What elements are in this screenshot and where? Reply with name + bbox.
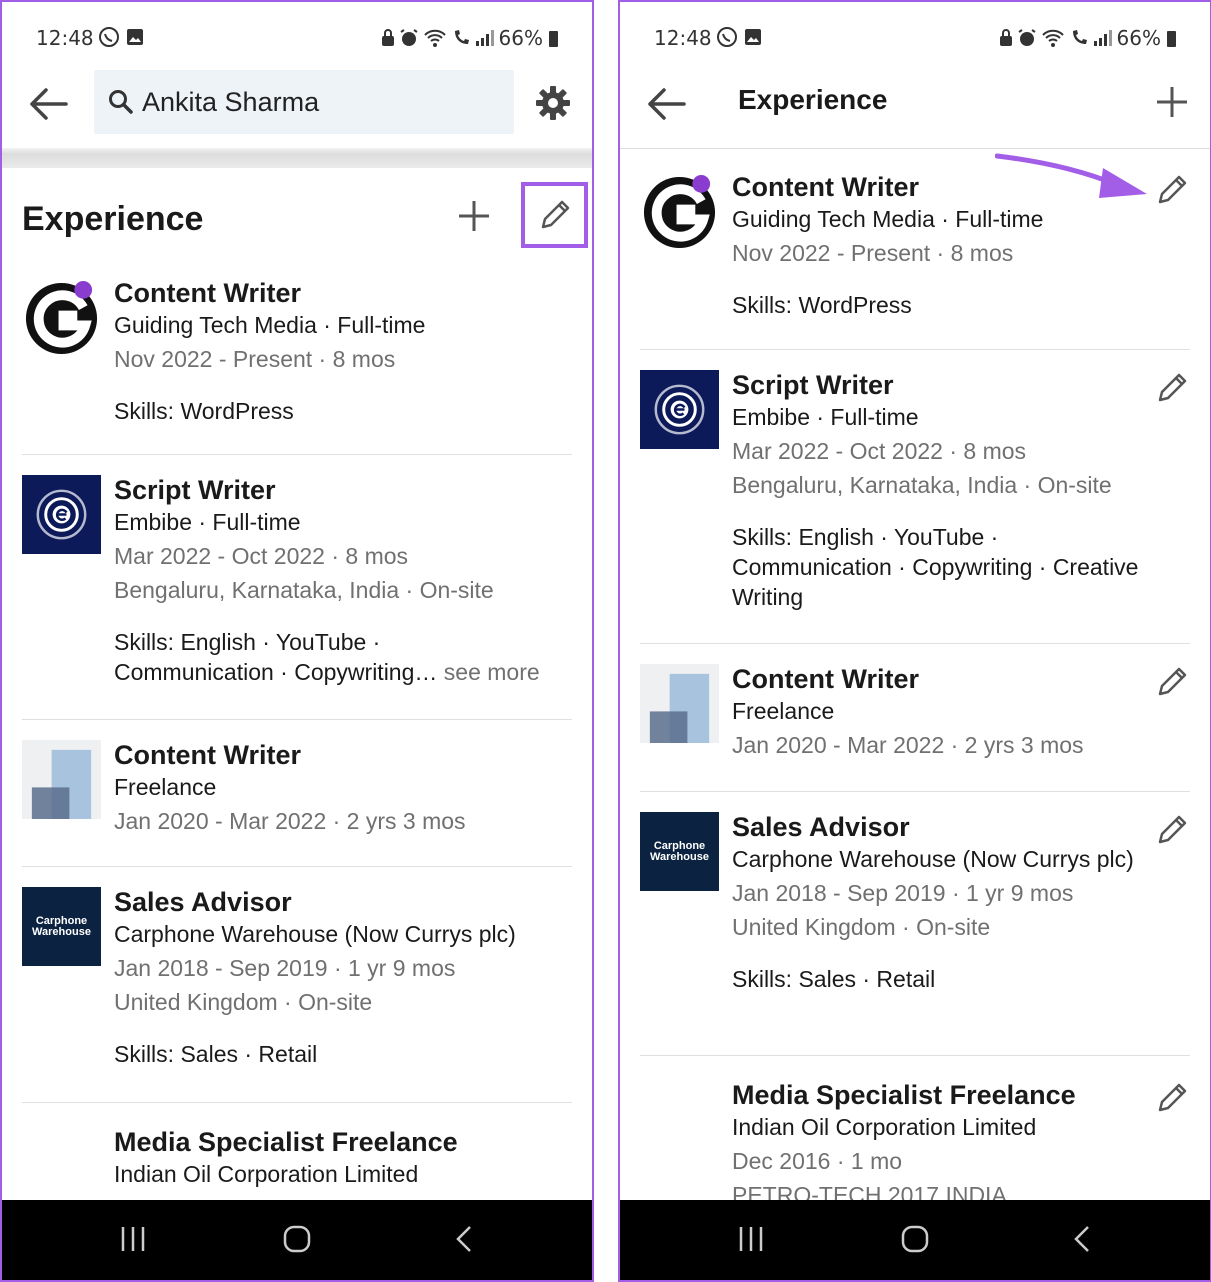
see-more-link[interactable]: see more bbox=[444, 659, 540, 685]
back-arrow-icon[interactable] bbox=[644, 84, 688, 124]
nav-back-icon[interactable] bbox=[450, 1224, 480, 1254]
signal-icon bbox=[475, 30, 494, 46]
gallery-icon bbox=[745, 29, 761, 45]
freelance-logo bbox=[640, 664, 719, 743]
wifi-icon bbox=[1041, 29, 1064, 47]
battery-percent: 66% bbox=[498, 26, 543, 50]
battery-icon bbox=[549, 31, 558, 47]
experience-item[interactable]: Carphone Warehouse Sales Advisor Carphone… bbox=[22, 887, 572, 1087]
experience-item[interactable]: Script Writer Embibe · Full-time Mar 202… bbox=[22, 475, 572, 705]
experience-item: Script Writer Embibe · Full-time Mar 202… bbox=[640, 370, 1190, 630]
guiding-tech-logo bbox=[22, 278, 101, 357]
pencil-icon bbox=[541, 200, 569, 229]
search-value: Ankita Sharma bbox=[142, 86, 320, 117]
battery-icon bbox=[1167, 31, 1176, 47]
battery-percent: 66% bbox=[1116, 26, 1161, 50]
header-bar: Experience bbox=[620, 72, 1210, 152]
guiding-tech-logo bbox=[640, 172, 719, 251]
whatsapp-icon bbox=[99, 27, 119, 47]
pencil-icon[interactable] bbox=[1154, 664, 1190, 700]
wifi-icon bbox=[423, 29, 446, 47]
recent-apps-icon[interactable] bbox=[118, 1224, 148, 1254]
search-input[interactable]: Ankita Sharma bbox=[94, 70, 514, 134]
carphone-warehouse-logo: Carphone Warehouse bbox=[22, 887, 101, 966]
status-bar: 12:48 66% bbox=[2, 2, 592, 72]
edit-experience-button[interactable] bbox=[521, 182, 588, 248]
experience-item: Carphone Warehouse Sales Advisor Carphone… bbox=[640, 812, 1190, 1042]
gallery-icon bbox=[127, 29, 143, 45]
experience-item: Content Writer Freelance Jan 2020 - Mar … bbox=[640, 664, 1190, 774]
section-title: Experience bbox=[22, 200, 204, 238]
status-time: 12:48 bbox=[36, 26, 94, 50]
status-bar: 12:48 66% bbox=[620, 2, 1210, 72]
pencil-icon[interactable] bbox=[1154, 1080, 1190, 1116]
carphone-warehouse-logo: Carphone Warehouse bbox=[640, 812, 719, 891]
nav-back-icon[interactable] bbox=[1068, 1224, 1098, 1254]
home-icon[interactable] bbox=[900, 1224, 930, 1254]
left-screen: 12:48 66% Ankita Sharma Experience Conte… bbox=[0, 0, 594, 1282]
page-title: Experience bbox=[738, 84, 888, 115]
experience-item: Media Specialist Freelance Indian Oil Co… bbox=[640, 1080, 1190, 1210]
experience-item[interactable]: Media Specialist Freelance Indian Oil Co… bbox=[22, 1127, 572, 1207]
wifi-call-icon bbox=[454, 30, 469, 44]
gear-icon[interactable] bbox=[534, 84, 572, 122]
add-experience-icon[interactable] bbox=[1154, 84, 1190, 120]
lock-icon bbox=[999, 29, 1012, 46]
whatsapp-icon bbox=[717, 27, 737, 47]
alarm-icon bbox=[399, 29, 418, 46]
embibe-logo bbox=[640, 370, 719, 449]
android-nav-bar bbox=[620, 1200, 1210, 1280]
freelance-logo bbox=[22, 740, 101, 819]
search-bar: Ankita Sharma bbox=[2, 70, 592, 152]
add-experience-icon[interactable] bbox=[456, 198, 492, 234]
back-arrow-icon[interactable] bbox=[26, 84, 70, 124]
pencil-icon[interactable] bbox=[1154, 172, 1190, 208]
annotation-arrow-icon bbox=[995, 153, 1147, 198]
android-nav-bar bbox=[2, 1200, 592, 1280]
pencil-icon[interactable] bbox=[1154, 370, 1190, 406]
signal-icon bbox=[1093, 30, 1112, 46]
wifi-call-icon bbox=[1072, 30, 1087, 44]
status-time: 12:48 bbox=[654, 26, 712, 50]
alarm-icon bbox=[1017, 29, 1036, 46]
lock-icon bbox=[381, 29, 394, 46]
experience-item[interactable]: Content Writer Guiding Tech Media · Full… bbox=[22, 278, 572, 438]
experience-item[interactable]: Content Writer Freelance Jan 2020 - Mar … bbox=[22, 740, 572, 850]
recent-apps-icon[interactable] bbox=[736, 1224, 766, 1254]
embibe-logo bbox=[22, 475, 101, 554]
search-icon bbox=[109, 90, 133, 114]
home-icon[interactable] bbox=[282, 1224, 312, 1254]
pencil-icon[interactable] bbox=[1154, 812, 1190, 848]
